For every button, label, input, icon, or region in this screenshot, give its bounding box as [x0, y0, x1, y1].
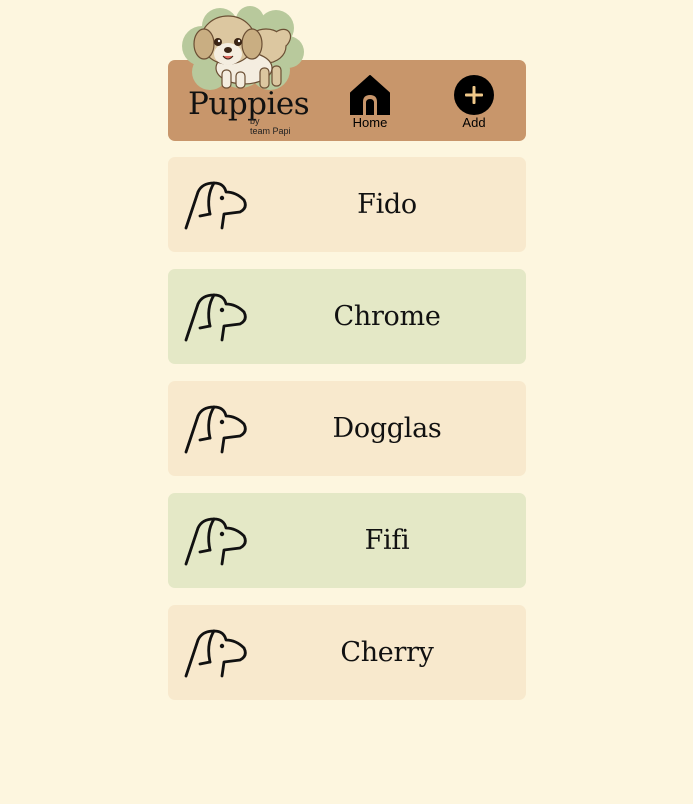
puppy-card[interactable]: Cherry	[168, 605, 526, 700]
nav-home-button[interactable]: Home	[340, 75, 400, 131]
puppy-card[interactable]: Fifi	[168, 493, 526, 588]
puppy-name: Dogglas	[332, 413, 442, 444]
home-icon	[350, 75, 390, 115]
dog-head-icon	[184, 629, 247, 678]
puppy-card[interactable]: Chrome	[168, 269, 526, 364]
nav-home-label: Home	[352, 115, 388, 130]
puppy-name: Fido	[357, 189, 417, 220]
plus-circle-icon	[454, 75, 494, 115]
dog-head-icon	[184, 405, 247, 454]
puppy-name: Fifi	[364, 525, 410, 556]
puppy-name: Chrome	[333, 301, 441, 332]
brand-logo: Puppies by team Papi	[188, 85, 310, 139]
puppy-name: Cherry	[340, 637, 434, 668]
puppy-list: Fido Chrome Dogglas Fifi Cherry	[168, 157, 526, 717]
puppy-card[interactable]: Dogglas	[168, 381, 526, 476]
dog-head-icon	[184, 293, 247, 342]
dog-head-icon	[184, 517, 247, 566]
brand-title: Puppies	[188, 86, 310, 122]
dog-head-icon	[184, 181, 247, 230]
nav-add-label: Add	[462, 115, 486, 130]
puppy-mascot-logo	[182, 6, 304, 90]
nav-add-button[interactable]: Add	[444, 75, 504, 131]
brand-team-text: team Papi	[250, 126, 291, 136]
puppy-card[interactable]: Fido	[168, 157, 526, 252]
brand-by-text: by	[250, 116, 260, 126]
